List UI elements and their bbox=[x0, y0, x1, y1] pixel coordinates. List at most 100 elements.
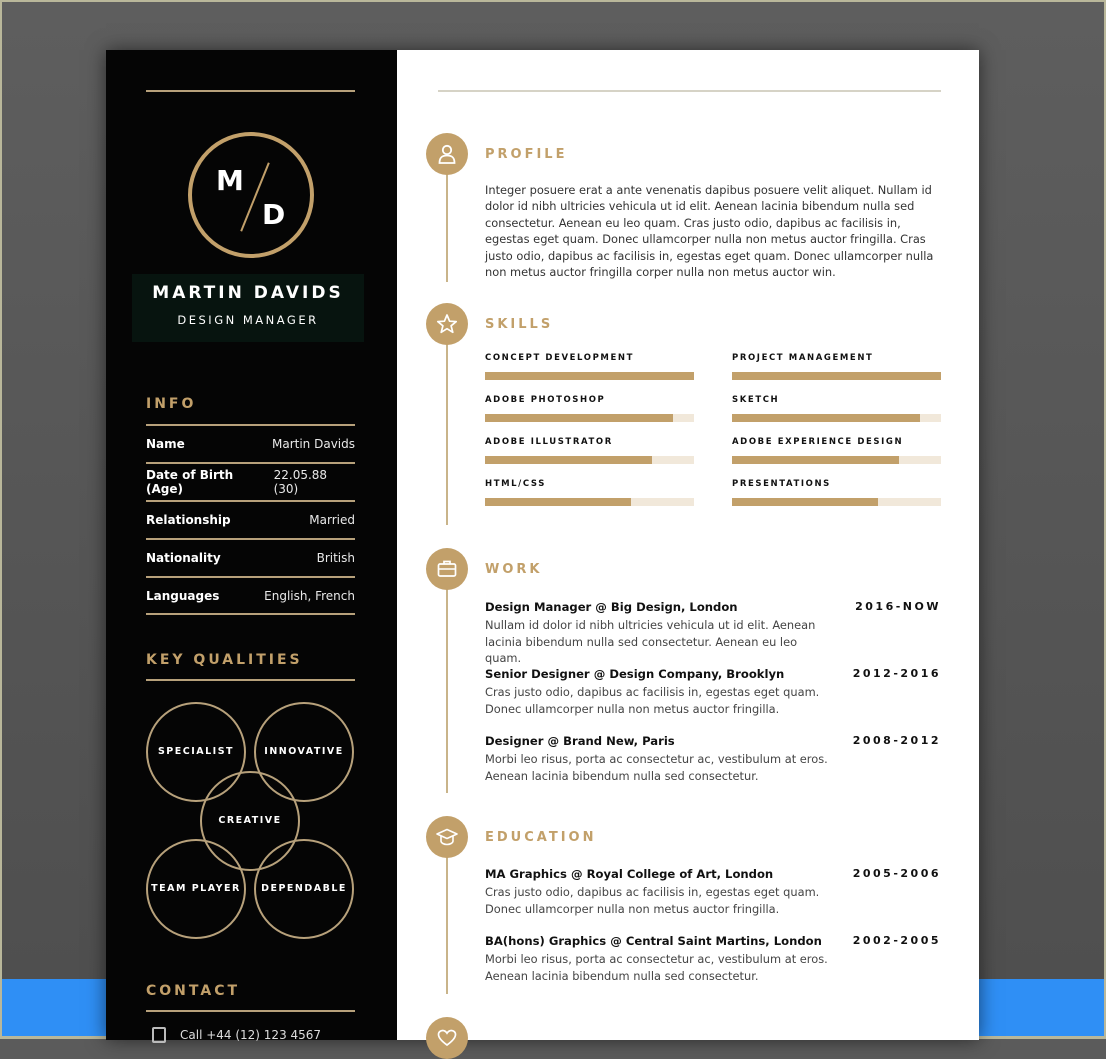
resume-document: M D MARTIN DAVIDS DESIGN MANAGER INFO Na… bbox=[106, 50, 979, 1059]
education-section-icon bbox=[426, 816, 468, 858]
job-title: DESIGN MANAGER bbox=[177, 313, 319, 327]
education-entry-title: MA Graphics @ Royal College of Art, Lond… bbox=[485, 867, 774, 881]
info-label: Date of Birth (Age) bbox=[146, 467, 234, 496]
info-label: Nationality bbox=[146, 550, 221, 565]
skill-label: SKETCH bbox=[732, 395, 780, 405]
skill-bar-fill bbox=[732, 414, 921, 422]
info-label: Relationship bbox=[146, 512, 231, 527]
work-entry: Design Manager @ Big Design, London 2016… bbox=[485, 600, 941, 667]
phone-icon bbox=[152, 1027, 166, 1043]
info-value: English, French bbox=[264, 588, 355, 603]
profile-section-icon bbox=[426, 133, 468, 175]
quality-label: INNOVATIVE bbox=[264, 746, 344, 757]
skill-bar-track bbox=[485, 498, 694, 506]
contact-phone[interactable]: Call +44 (12) 123 4567 bbox=[152, 1027, 321, 1043]
skill-bar-fill bbox=[485, 456, 653, 464]
skill-bar-track bbox=[732, 456, 941, 464]
education-entry-title: BA(hons) Graphics @ Central Saint Martin… bbox=[485, 934, 822, 948]
info-heading: INFO bbox=[146, 396, 197, 412]
name-box: MARTIN DAVIDS DESIGN MANAGER bbox=[132, 274, 364, 342]
skill-bar-track bbox=[485, 372, 694, 380]
work-entry-description: Cras justo odio, dapibus ac facilisis in… bbox=[485, 685, 820, 716]
skill-item: PROJECT MANAGEMENT bbox=[732, 353, 942, 380]
main-content: PROFILE Integer posuere erat a ante vene… bbox=[397, 50, 979, 1059]
briefcase-icon bbox=[437, 560, 457, 577]
work-entry: Designer @ Brand New, Paris 2008-2012 Mo… bbox=[485, 734, 941, 784]
skill-label: ADOBE EXPERIENCE DESIGN bbox=[732, 437, 904, 447]
main-top-rule bbox=[438, 90, 941, 92]
quality-label: TEAM PLAYER bbox=[151, 883, 241, 894]
work-section-icon bbox=[426, 548, 468, 590]
skill-bar-fill bbox=[732, 372, 941, 380]
quality-label: DEPENDABLE bbox=[261, 883, 347, 894]
monogram-logo: M D bbox=[188, 132, 314, 258]
skill-item: PRESENTATIONS bbox=[732, 479, 942, 506]
work-entry-title: Designer @ Brand New, Paris bbox=[485, 734, 675, 748]
key-qualities-heading: KEY QUALITIES bbox=[146, 652, 303, 668]
info-divider bbox=[146, 613, 355, 615]
skill-item: ADOBE ILLUSTRATOR bbox=[485, 437, 695, 464]
timeline-line bbox=[446, 854, 448, 994]
work-entry: Senior Designer @ Design Company, Brookl… bbox=[485, 667, 941, 717]
info-row: Languages English, French bbox=[146, 577, 355, 614]
info-row: Relationship Married bbox=[146, 501, 355, 538]
skills-section-icon bbox=[426, 303, 468, 345]
skill-label: PRESENTATIONS bbox=[732, 479, 831, 489]
education-entry-date: 2005-2006 bbox=[852, 867, 941, 880]
quality-label: SPECIALIST bbox=[157, 746, 235, 757]
monogram-last-initial: D bbox=[262, 198, 286, 231]
skill-label: PROJECT MANAGEMENT bbox=[732, 353, 874, 363]
skill-label: CONCEPT DEVELOPMENT bbox=[485, 353, 635, 363]
key-qualities-divider bbox=[146, 679, 355, 681]
info-row: Name Martin Davids bbox=[146, 425, 355, 462]
work-entry-date: 2016-NOW bbox=[855, 600, 941, 613]
skill-bar-track bbox=[485, 456, 694, 464]
education-entry-date: 2002-2005 bbox=[852, 934, 941, 947]
skill-item: SKETCH bbox=[732, 395, 942, 422]
timeline-line bbox=[446, 586, 448, 793]
work-entry-title: Senior Designer @ Design Company, Brookl… bbox=[485, 667, 785, 681]
skill-bar-track bbox=[485, 414, 694, 422]
person-name: MARTIN DAVIDS bbox=[152, 283, 344, 303]
monogram-first-initial: M bbox=[216, 164, 244, 197]
info-label: Languages bbox=[146, 588, 220, 603]
interests-section-icon bbox=[426, 1017, 468, 1059]
skill-bar-fill bbox=[732, 456, 900, 464]
info-label: Name bbox=[146, 436, 185, 451]
heart-icon bbox=[437, 1029, 457, 1047]
skill-item: ADOBE EXPERIENCE DESIGN bbox=[732, 437, 942, 464]
skill-bar-track bbox=[732, 498, 941, 506]
profile-heading: PROFILE bbox=[485, 147, 568, 162]
work-entry-date: 2012-2016 bbox=[852, 667, 941, 680]
info-value: Martin Davids bbox=[272, 436, 355, 451]
education-entry: MA Graphics @ Royal College of Art, Lond… bbox=[485, 867, 941, 917]
info-value: British bbox=[316, 550, 355, 565]
skill-bar-fill bbox=[485, 414, 674, 422]
quality-label: CREATIVE bbox=[218, 815, 282, 826]
work-entry-title: Design Manager @ Big Design, London bbox=[485, 600, 738, 614]
skill-bar-fill bbox=[485, 498, 632, 506]
skill-bar-fill bbox=[732, 498, 879, 506]
skills-heading: SKILLS bbox=[485, 317, 554, 332]
work-entry-description: Morbi leo risus, porta ac consectetur ac… bbox=[485, 752, 828, 783]
skill-item: HTML/CSS bbox=[485, 479, 695, 506]
work-heading: WORK bbox=[485, 562, 543, 577]
sidebar: M D MARTIN DAVIDS DESIGN MANAGER INFO Na… bbox=[106, 50, 397, 1043]
contact-divider bbox=[146, 1010, 355, 1012]
skill-bar-fill bbox=[485, 372, 694, 380]
graduation-cap-icon bbox=[436, 828, 458, 846]
skill-bar-track bbox=[732, 414, 941, 422]
skill-item: CONCEPT DEVELOPMENT bbox=[485, 353, 695, 380]
contact-heading: CONTACT bbox=[146, 983, 241, 999]
timeline-line bbox=[446, 170, 448, 282]
education-entry-description: Morbi leo risus, porta ac consectetur ac… bbox=[485, 952, 828, 983]
work-entry-description: Nullam id dolor id nibh ultricies vehicu… bbox=[485, 618, 816, 665]
sidebar-top-rule bbox=[146, 90, 355, 92]
info-row: Date of Birth (Age) 22.05.88 (30) bbox=[146, 463, 355, 500]
user-icon bbox=[438, 144, 456, 164]
skill-label: ADOBE ILLUSTRATOR bbox=[485, 437, 613, 447]
skill-label: HTML/CSS bbox=[485, 479, 546, 489]
work-entry-date: 2008-2012 bbox=[852, 734, 941, 747]
info-value: Married bbox=[309, 512, 355, 527]
timeline-line bbox=[446, 340, 448, 525]
